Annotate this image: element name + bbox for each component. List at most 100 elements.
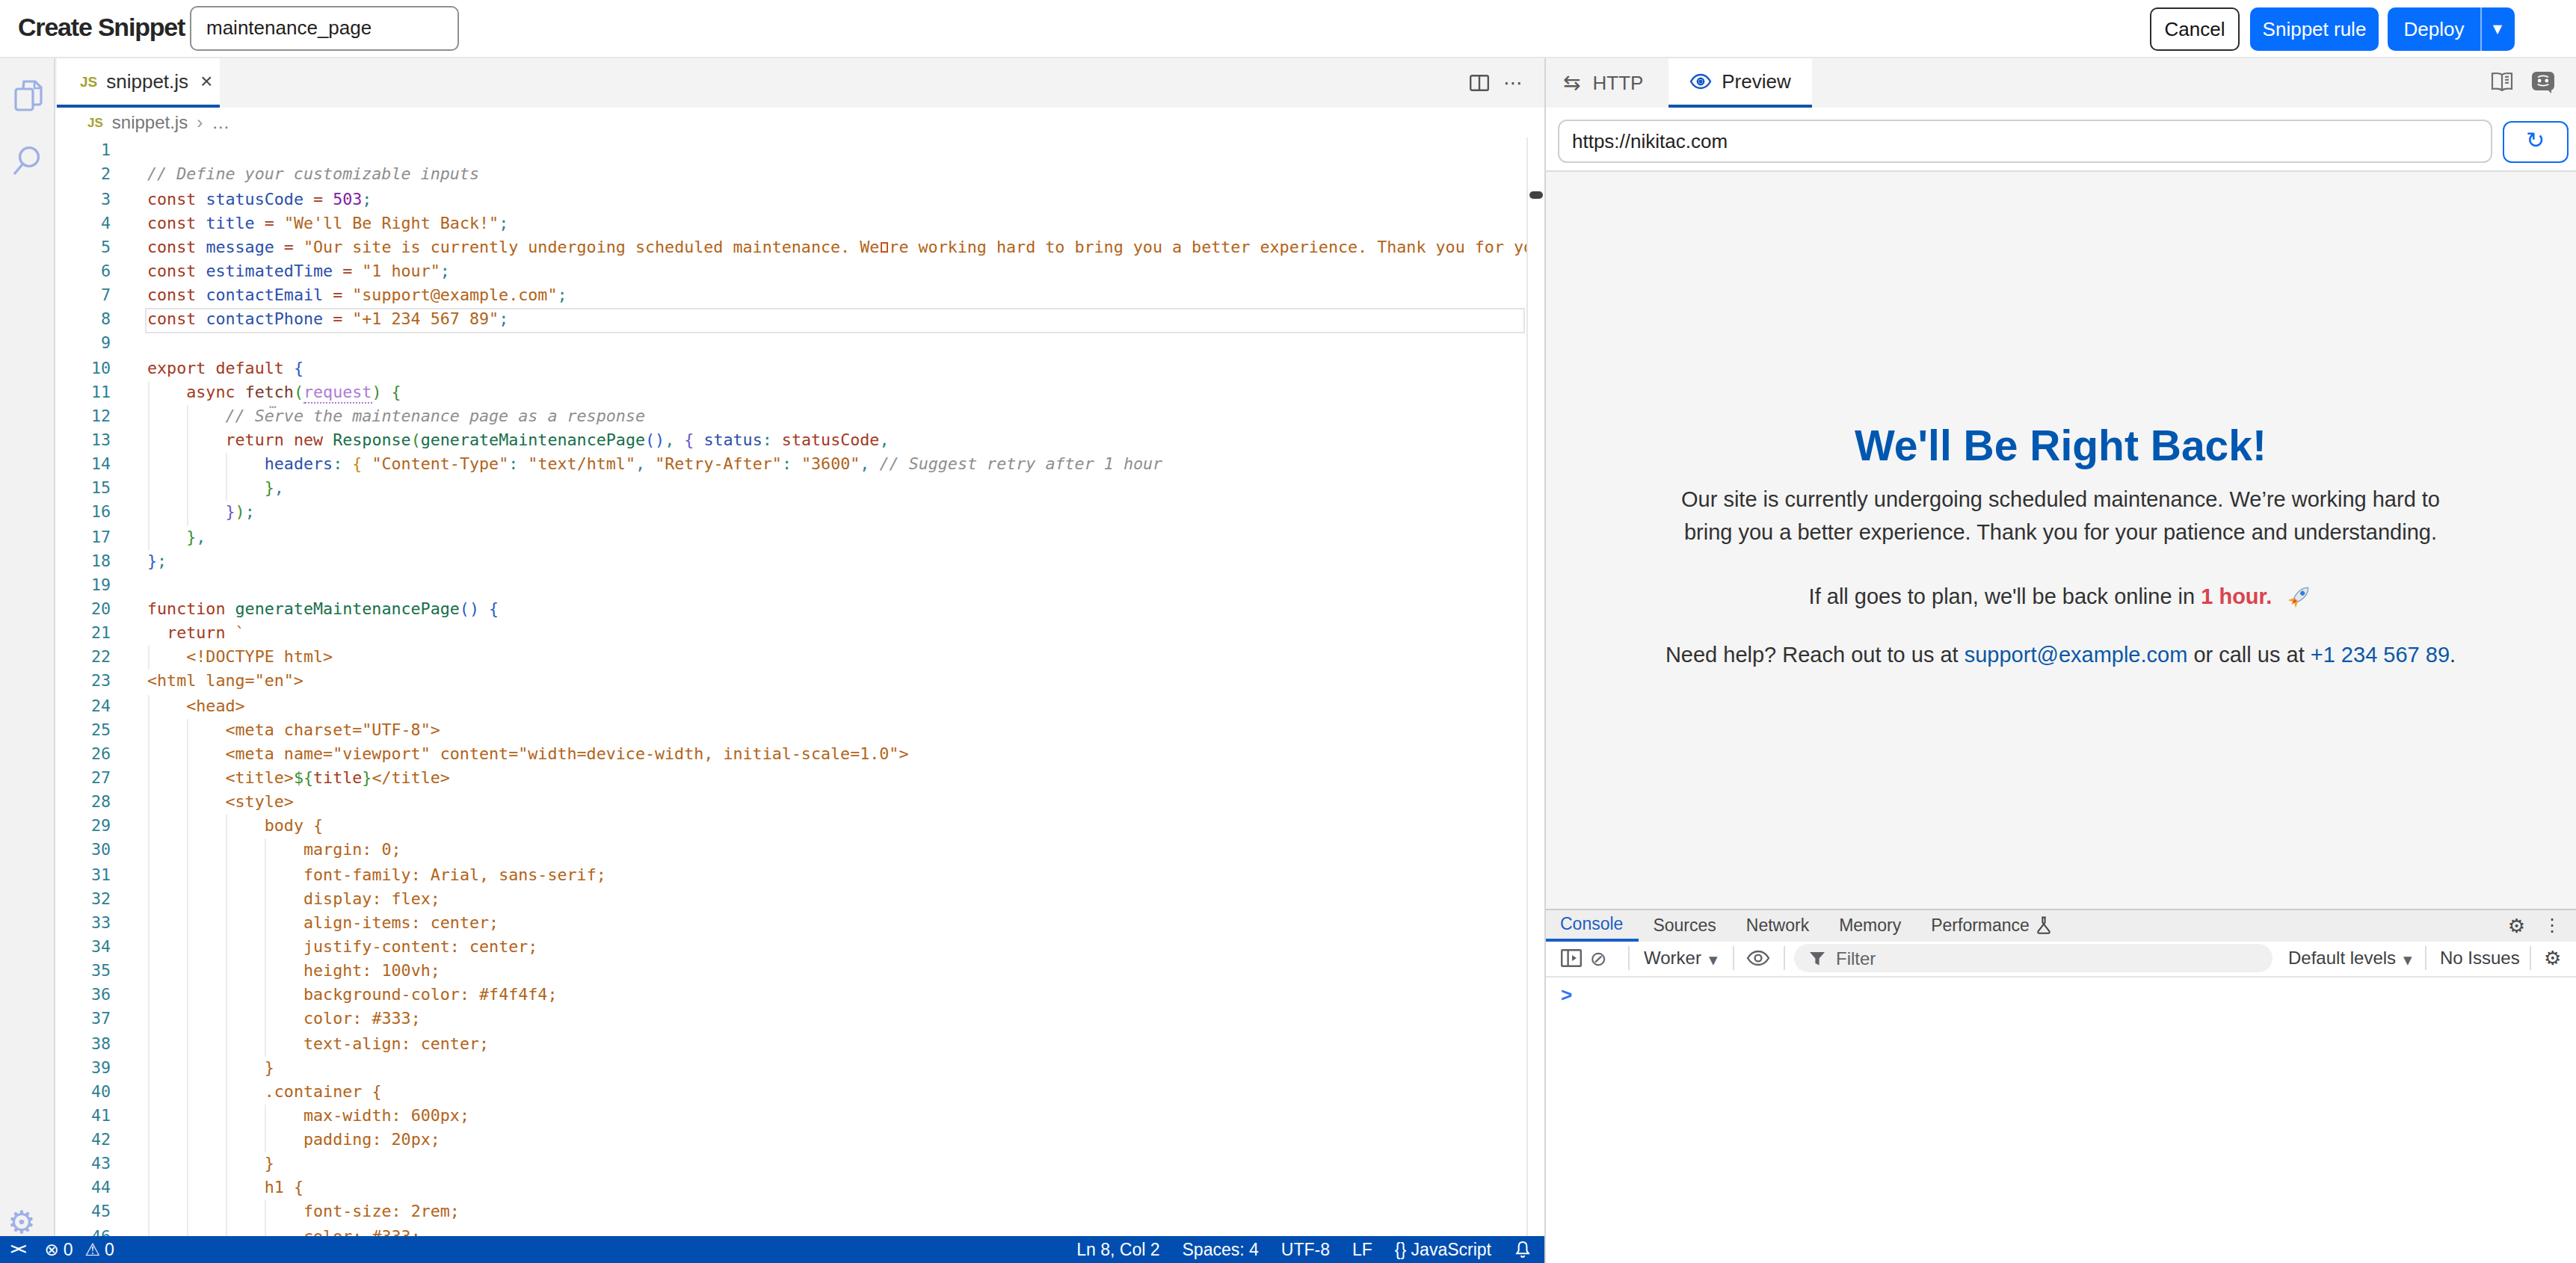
code-line-27[interactable]: 27<title>${title}</title> [55, 767, 1544, 791]
console-filter-input[interactable]: Filter [1794, 945, 2272, 973]
code-line-10[interactable]: 10export default { [55, 356, 1544, 380]
code-line-36[interactable]: 36background-color: #f4f4f4; [55, 983, 1544, 1007]
breadcrumb-more[interactable]: … [212, 112, 229, 133]
breadcrumb[interactable]: JS snippet.js › … [55, 108, 1544, 138]
statusbar-item[interactable]: Spaces: 4 [1183, 1241, 1259, 1259]
indent-guide [186, 1152, 225, 1176]
code-line-19[interactable]: 19 [55, 574, 1544, 598]
code-line-13[interactable]: 13return new Response(generateMaintenanc… [55, 429, 1544, 453]
line-number: 25 [55, 718, 111, 742]
code-line-4[interactable]: 4const title = "We'll Be Right Back!"; [55, 211, 1544, 235]
code-line-9[interactable]: 9 [55, 333, 1544, 356]
code-line-18[interactable]: 18}; [55, 549, 1544, 573]
devtools-tab-performance[interactable]: Performance [1916, 910, 2067, 941]
code-line-12[interactable]: 12// Serve the maintenance page as a res… [55, 405, 1544, 429]
split-editor-icon[interactable] [1469, 73, 1488, 93]
code-line-30[interactable]: 30margin: 0; [55, 839, 1544, 863]
code-line-31[interactable]: 31font-family: Arial, sans-serif; [55, 863, 1544, 887]
code-line-22[interactable]: 22<!DOCTYPE html> [55, 646, 1544, 670]
remote-indicator-icon[interactable]: >< [10, 1241, 25, 1258]
code-line-25[interactable]: 25<meta charset="UTF-8"> [55, 718, 1544, 742]
devtools-tab-memory[interactable]: Memory [1824, 910, 1916, 941]
code-line-39[interactable]: 39} [55, 1056, 1544, 1080]
filter-placeholder: Filter [1836, 948, 1876, 969]
code-line-43[interactable]: 43} [55, 1152, 1544, 1176]
code-editor[interactable]: 12// Define your customizable inputs3con… [55, 138, 1544, 1235]
code-line-28[interactable]: 28<style> [55, 791, 1544, 815]
url-input[interactable] [1557, 120, 2492, 162]
devtools-kebab-icon[interactable]: ⋮ [2543, 915, 2561, 936]
code-line-11[interactable]: 11async fetch(request) { [55, 380, 1544, 404]
snippet-rule-button[interactable]: Snippet rule [2250, 7, 2379, 50]
editor-scrollbar-thumb[interactable] [1529, 191, 1543, 198]
statusbar-item[interactable]: LF [1352, 1241, 1372, 1259]
code-line-14[interactable]: 14headers: { "Content-Type": "text/html"… [55, 453, 1544, 477]
code-line-15[interactable]: 15}, [55, 478, 1544, 501]
code-line-17[interactable]: 17}, [55, 525, 1544, 549]
statusbar-item[interactable]: UTF-8 [1281, 1241, 1330, 1259]
editor-more-actions-icon[interactable]: ⋯ [1503, 72, 1523, 94]
code-line-3[interactable]: 3const statusCode = 503; [55, 188, 1544, 211]
devtools-tab-console[interactable]: Console [1545, 910, 1638, 941]
code-line-29[interactable]: 29body { [55, 815, 1544, 839]
code-line-1[interactable]: 1 [55, 140, 1544, 164]
code-line-38[interactable]: 38text-align: center; [55, 1032, 1544, 1056]
console-clear-icon[interactable]: ⊘ [1590, 947, 1607, 971]
code-line-20[interactable]: 20function generateMaintenancePage() { [55, 598, 1544, 622]
devtools-tab-sources[interactable]: Sources [1638, 910, 1731, 941]
console-context-selector[interactable]: Worker▼ [1644, 948, 1717, 969]
code-line-37[interactable]: 37color: #333; [55, 1008, 1544, 1032]
code-line-16[interactable]: 16}); [55, 501, 1544, 525]
tab-snippet-js[interactable]: JS snippet.js × [56, 58, 219, 108]
code-token [381, 382, 391, 401]
tab-http[interactable]: ⇆ HTTP [1563, 58, 1643, 108]
code-line-2[interactable]: 2// Define your customizable inputs [55, 164, 1544, 188]
devtools-settings-gear-icon[interactable]: ⚙ [2508, 915, 2525, 937]
devtools-tab-network[interactable]: Network [1731, 910, 1824, 941]
cancel-button[interactable]: Cancel [2150, 7, 2240, 50]
statusbar-item[interactable]: {} JavaScript [1395, 1241, 1491, 1259]
code-line-34[interactable]: 34justify-content: center; [55, 936, 1544, 960]
refresh-button[interactable]: ↻ [2503, 120, 2568, 162]
statusbar-item[interactable]: Ln 8, Col 2 [1076, 1241, 1159, 1259]
tab-preview[interactable]: Preview [1668, 58, 1811, 108]
code-line-7[interactable]: 7const contactEmail = "support@example.c… [55, 284, 1544, 308]
console-settings-gear-icon[interactable]: ⚙ [2544, 948, 2561, 970]
console-prompt-chevron[interactable]: > [1561, 983, 1572, 1006]
files-icon[interactable] [10, 77, 46, 113]
code-line-35[interactable]: 35height: 100vh; [55, 960, 1544, 983]
console-sidebar-icon[interactable] [1561, 949, 1582, 969]
code-token: , [860, 454, 869, 474]
code-line-42[interactable]: 42padding: 20px; [55, 1128, 1544, 1152]
preview-email-link[interactable]: support@example.com [1965, 643, 2188, 667]
discord-icon[interactable] [2531, 71, 2555, 95]
code-line-40[interactable]: 40.container { [55, 1081, 1544, 1105]
code-token: message [206, 238, 274, 257]
errors-indicator[interactable]: ⊗0 ⚠0 [44, 1239, 114, 1260]
editor-scrollbar[interactable] [1526, 138, 1544, 1235]
code-line-24[interactable]: 24<head> [55, 694, 1544, 718]
deploy-caret-icon[interactable]: ▼ [2482, 22, 2513, 35]
code-line-21[interactable]: 21 return ` [55, 622, 1544, 646]
snippet-name-input[interactable] [190, 6, 459, 50]
code-line-5[interactable]: 5const message = "Our site is currently … [55, 236, 1544, 260]
default-levels-dropdown[interactable]: Default levels▼ [2288, 948, 2412, 969]
code-line-8[interactable]: 8const contactPhone = "+1 234 567 89"; [55, 309, 1544, 333]
code-line-44[interactable]: 44h1 { [55, 1177, 1544, 1201]
code-line-6[interactable]: 6const estimatedTime = "1 hour"; [55, 260, 1544, 284]
code-line-46[interactable]: 46color: #333; [55, 1225, 1544, 1235]
code-line-26[interactable]: 26<meta name="viewport" content="width=d… [55, 743, 1544, 767]
code-line-23[interactable]: 23<html lang="en"> [55, 670, 1544, 694]
tab-close-icon[interactable]: × [200, 70, 212, 93]
code-line-41[interactable]: 41max-width: 600px; [55, 1105, 1544, 1128]
breadcrumb-file[interactable]: snippet.js [112, 112, 188, 133]
code-line-33[interactable]: 33align-items: center; [55, 912, 1544, 936]
code-line-45[interactable]: 45font-size: 2rem; [55, 1201, 1544, 1225]
docs-book-icon[interactable] [2491, 72, 2513, 93]
search-icon[interactable] [10, 143, 45, 177]
live-expression-eye-icon[interactable] [1745, 951, 1769, 967]
bell-icon[interactable] [1514, 1241, 1530, 1259]
code-line-32[interactable]: 32display: flex; [55, 887, 1544, 911]
deploy-button[interactable]: Deploy ▼ [2388, 7, 2514, 50]
preview-phone-link[interactable]: +1 234 567 89 [2311, 643, 2450, 667]
